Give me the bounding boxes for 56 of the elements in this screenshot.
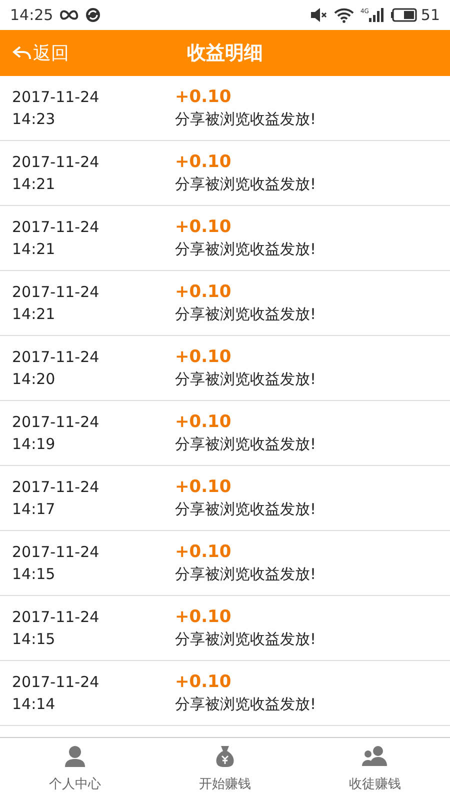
record-description: 分享被浏览收益发放! [175,174,316,195]
record-time: 14:15 [12,564,56,585]
record-amount: +0.10 [175,86,232,108]
record-date: 2017-11-24 [12,542,100,563]
record-description: 分享被浏览收益发放! [175,304,316,325]
person-icon [64,745,86,767]
tab-bar-item[interactable]: 开始赚钱 [150,738,300,800]
record-description: 分享被浏览收益发放! [175,694,316,715]
record-description: 分享被浏览收益发放! [175,239,316,260]
battery-level: 51 [420,6,440,24]
record-date: 2017-11-24 [12,477,100,498]
back-arrow-icon [12,45,32,61]
record-amount: +0.10 [175,411,232,433]
record-time: 14:20 [12,369,56,390]
record-date: 2017-11-24 [12,282,100,303]
status-time: 14:25 [10,6,54,24]
record-description: 分享被浏览收益发放! [175,629,316,650]
record-description: 分享被浏览收益发放! [175,369,316,390]
wifi-icon [334,7,354,23]
record-date: 2017-11-24 [12,412,100,433]
record-time: 14:21 [12,304,56,325]
record-date: 2017-11-24 [12,87,100,108]
record-description: 分享被浏览收益发放! [175,434,316,455]
record-amount: +0.10 [175,281,232,303]
record-description: 分享被浏览收益发放! [175,564,316,585]
record-amount: +0.10 [175,671,232,693]
record-amount: +0.10 [175,216,232,238]
record-date: 2017-11-24 [12,347,100,368]
record-amount: +0.10 [175,541,232,563]
record-description: 分享被浏览收益发放! [175,499,316,520]
record-date: 2017-11-24 [12,217,100,238]
record-time: 14:23 [12,109,56,130]
record-amount: +0.10 [175,606,232,628]
record-date: 2017-11-24 [12,607,100,628]
record-time: 14:14 [12,694,56,715]
tab-bar-item[interactable]: 收徒赚钱 [300,738,450,800]
group-icon [362,745,388,767]
signal-icon [368,8,385,22]
money-bag-icon [214,745,236,767]
mute-icon [310,8,328,22]
record-amount: +0.10 [175,346,232,368]
battery-icon [390,8,417,22]
record-amount: +0.10 [175,151,232,173]
record-time: 14:17 [12,499,56,520]
tab-bar-item[interactable]: 个人中心 [0,738,150,800]
record-description: 分享被浏览收益发放! [175,109,316,130]
record-time: 14:21 [12,239,56,260]
record-time: 14:15 [12,629,56,650]
page-title: 收益明细 [187,41,263,66]
record-date: 2017-11-24 [12,152,100,173]
infinity-icon [59,9,80,21]
record-amount: +0.10 [175,476,232,498]
record-date: 2017-11-24 [12,672,100,693]
sync-icon [85,7,102,23]
record-time: 14:21 [12,174,56,195]
record-time: 14:19 [12,434,56,455]
